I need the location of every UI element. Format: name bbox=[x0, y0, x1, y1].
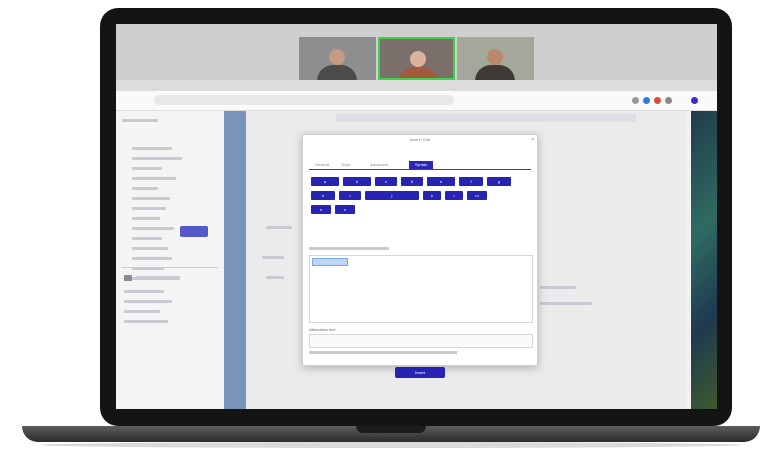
document-text bbox=[540, 302, 592, 305]
format-button[interactable]: h bbox=[311, 191, 335, 200]
dialog-title: Insert / Edit bbox=[409, 137, 431, 142]
list-item[interactable] bbox=[132, 187, 158, 190]
laptop-screen: Insert / Edit × General Style Advanced S… bbox=[116, 24, 717, 409]
format-button[interactable]: c bbox=[375, 177, 397, 186]
list-item[interactable] bbox=[124, 310, 160, 313]
list-item[interactable] bbox=[132, 257, 172, 260]
list-item[interactable] bbox=[132, 197, 170, 200]
document-text bbox=[266, 276, 284, 279]
format-button[interactable]: b bbox=[343, 177, 371, 186]
document-text bbox=[262, 256, 284, 259]
format-button[interactable]: n bbox=[311, 205, 331, 214]
list-item[interactable] bbox=[132, 247, 168, 250]
format-button[interactable]: d bbox=[401, 177, 423, 186]
list-item[interactable] bbox=[132, 217, 160, 220]
content-textarea[interactable] bbox=[309, 255, 533, 323]
format-button[interactable]: j bbox=[365, 191, 419, 200]
tab-syntax[interactable]: Syntax bbox=[409, 161, 433, 169]
helper-text bbox=[309, 351, 457, 354]
left-sidebar bbox=[116, 111, 225, 409]
video-tile-participant-1[interactable] bbox=[299, 37, 376, 80]
extension-icon[interactable] bbox=[643, 97, 650, 104]
address-bar[interactable] bbox=[154, 95, 454, 105]
list-item[interactable] bbox=[132, 167, 162, 170]
sidebar-action-button[interactable] bbox=[180, 226, 208, 237]
list-item[interactable] bbox=[132, 227, 174, 230]
participant-face bbox=[329, 49, 345, 65]
extension-icon[interactable] bbox=[665, 97, 672, 104]
insert-edit-dialog: Insert / Edit × General Style Advanced S… bbox=[302, 134, 538, 378]
alt-text-label: Alternative text bbox=[309, 327, 336, 332]
side-rail bbox=[224, 111, 246, 409]
participant-body bbox=[398, 67, 438, 78]
extension-icon[interactable] bbox=[632, 97, 639, 104]
format-button[interactable]: e bbox=[427, 177, 455, 186]
video-tile-participant-3[interactable] bbox=[457, 37, 534, 80]
editor-toolbar[interactable] bbox=[336, 114, 636, 122]
browser-tab-strip[interactable] bbox=[116, 80, 717, 91]
participant-body bbox=[317, 65, 357, 80]
laptop-shadow bbox=[40, 442, 742, 448]
format-button[interactable]: a bbox=[311, 177, 339, 186]
list-item[interactable] bbox=[132, 157, 182, 160]
participant-face bbox=[410, 51, 426, 67]
document-text bbox=[540, 286, 576, 289]
close-icon[interactable]: × bbox=[531, 136, 534, 144]
list-item[interactable] bbox=[132, 207, 166, 210]
list-item[interactable] bbox=[124, 320, 168, 323]
format-button[interactable]: o bbox=[335, 205, 355, 214]
selected-text-highlight bbox=[312, 258, 348, 266]
tab-general[interactable]: General bbox=[311, 161, 333, 169]
video-call-bar bbox=[116, 24, 717, 80]
format-button[interactable]: k bbox=[423, 191, 441, 200]
section-heading bbox=[136, 276, 180, 280]
sidebar-divider bbox=[122, 267, 218, 268]
tab-underline bbox=[309, 169, 531, 170]
participant-body bbox=[475, 65, 515, 80]
field-caption bbox=[309, 247, 389, 250]
format-button[interactable]: m bbox=[467, 191, 487, 200]
alt-text-input[interactable] bbox=[309, 334, 533, 348]
video-tile-participant-2[interactable] bbox=[378, 37, 455, 80]
insert-button[interactable]: Insert bbox=[395, 367, 445, 378]
list-item[interactable] bbox=[132, 177, 176, 180]
profile-avatar[interactable] bbox=[691, 97, 698, 104]
format-button[interactable]: l bbox=[445, 191, 463, 200]
document-text bbox=[266, 226, 292, 229]
list-item[interactable] bbox=[132, 237, 162, 240]
laptop-notch bbox=[356, 426, 426, 433]
background-image bbox=[691, 111, 717, 409]
tab-style[interactable]: Style bbox=[337, 161, 355, 169]
format-button[interactable]: f bbox=[459, 177, 483, 186]
list-item[interactable] bbox=[124, 290, 164, 293]
tab-advanced[interactable]: Advanced bbox=[361, 161, 397, 169]
format-button[interactable]: g bbox=[487, 177, 511, 186]
list-item[interactable] bbox=[132, 147, 172, 150]
extension-icon[interactable] bbox=[654, 97, 661, 104]
format-button[interactable]: i bbox=[339, 191, 361, 200]
sidebar-heading bbox=[122, 119, 158, 122]
list-item[interactable] bbox=[124, 300, 172, 303]
section-icon bbox=[124, 275, 132, 281]
participant-face bbox=[487, 49, 503, 65]
